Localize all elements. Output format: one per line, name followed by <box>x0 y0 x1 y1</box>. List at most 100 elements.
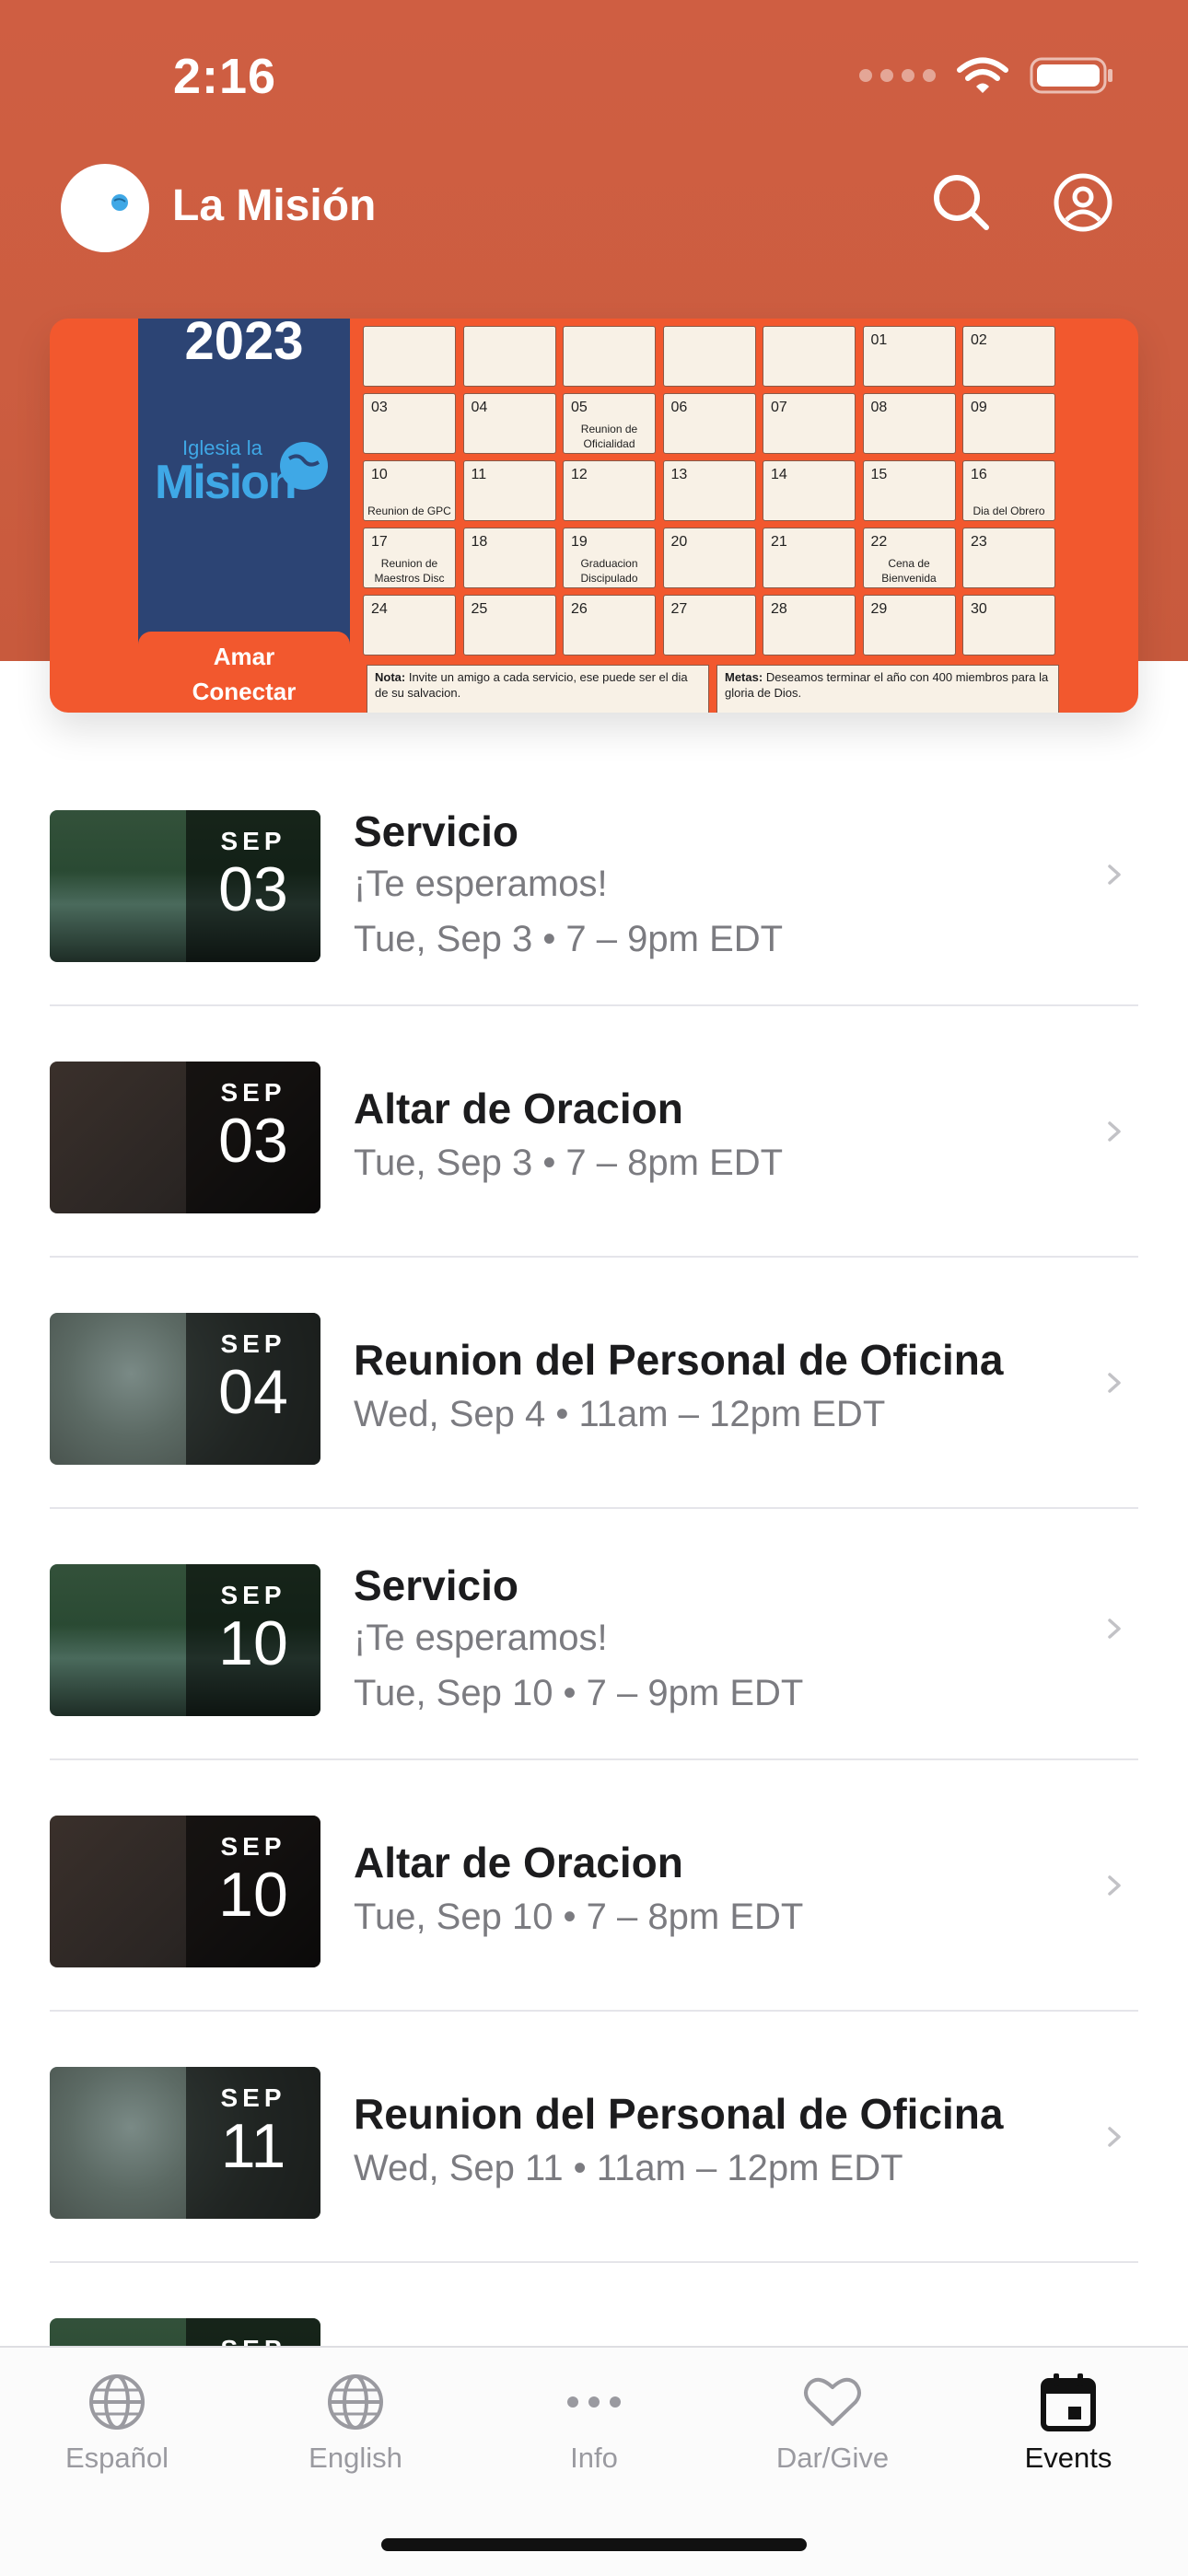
tab-label: Dar/Give <box>775 2442 890 2474</box>
calendar-day-number: 28 <box>771 601 787 617</box>
calendar-day-number: 06 <box>670 400 688 415</box>
event-chevron <box>1103 1120 1125 1143</box>
event-month: SEP <box>220 1329 286 1358</box>
event-thumbnail: SEP 03 <box>50 1062 320 1213</box>
calendar-goals: Metas: Deseamos terminar el año con 400 … <box>716 665 1059 713</box>
calendar-day-number: 30 <box>971 601 987 617</box>
calendar-day-number: 01 <box>870 332 888 348</box>
event-time: Tue, Sep 3 • 7 – 8pm EDT <box>354 1143 784 1183</box>
user-account-icon <box>1054 173 1112 232</box>
calendar-day-number: 16 <box>971 467 987 482</box>
app-header: La Misión <box>0 157 1188 267</box>
calendar-day-cell: 25 <box>462 595 556 656</box>
event-row[interactable]: SEP 04 Reunion del Personal de Oficina Wed,… <box>0 1258 1188 1509</box>
event-day: 11 <box>220 2111 286 2181</box>
featured-calendar-banner[interactable]: 2023 Iglesia la Mision Amar Conectar 01 0… <box>50 319 1138 713</box>
calendar-day-cell: 02 <box>962 326 1055 387</box>
calendar-day-note: Dia del Obrero <box>973 505 1045 517</box>
calendar-day-number: 10 <box>371 467 388 482</box>
calendar-day-cell: 21 <box>763 528 856 588</box>
search-button[interactable] <box>926 168 996 238</box>
calendar-logo-text: Mision <box>155 456 297 509</box>
calendar-day-cell: 20 <box>662 528 756 588</box>
event-thumbnail: SEP 10 <box>50 1564 320 1716</box>
calendar-day-number: 04 <box>471 400 488 415</box>
calendar-day-cell: 11 <box>462 460 556 521</box>
calendar-day-note: Reunion de Oficialidad <box>580 423 638 450</box>
calendar-day-cell: 22 Cena de Bienvenida <box>862 528 956 588</box>
event-day: 03 <box>218 1106 288 1176</box>
event-day: 04 <box>218 1357 288 1427</box>
event-date-badge: SEP 11 <box>186 2067 320 2219</box>
calendar-day-cell: 03 <box>363 393 456 454</box>
calendar-day-note: Reunion de GPC <box>367 505 451 517</box>
calendar-day-note: Reunion de Maestros Disc <box>374 557 445 585</box>
event-date-badge: SEP 10 <box>186 1816 320 1967</box>
calendar-day-number: 05 <box>571 400 588 415</box>
tab-label: Events <box>1024 2442 1112 2474</box>
event-thumbnail: SEP 03 <box>50 810 320 962</box>
event-row[interactable]: SEP 11 Reunion del Personal de Oficina Wed,… <box>0 2012 1188 2263</box>
event-chevron <box>1103 1372 1125 1394</box>
event-title: Reunion del Personal de Oficina <box>354 2090 1004 2138</box>
calendar-day-number: 26 <box>571 601 588 617</box>
calendar-day-cell: 01 <box>862 326 956 387</box>
status-icons <box>859 55 1114 96</box>
event-day: 10 <box>218 1608 288 1678</box>
event-row[interactable]: SEP 03 Altar de Oracion Tue, Sep 3 • 7 – 8p… <box>0 1006 1188 1258</box>
calendar-day-cell: 06 <box>662 393 756 454</box>
event-time: Tue, Sep 10 • 7 – 9pm EDT <box>354 1673 804 1713</box>
calendar-day-cell: 28 <box>763 595 856 656</box>
calendar-day-number: 12 <box>571 467 588 482</box>
calendar-day-cell: 09 <box>962 393 1055 454</box>
calendar-footer: Amar Conectar <box>138 632 350 713</box>
calendar-day-number: 20 <box>670 534 688 550</box>
calendar-day-number: 08 <box>870 400 888 415</box>
calendar-day-number: 15 <box>870 467 888 482</box>
calendar-day-number: 11 <box>471 467 487 482</box>
tab-espanol[interactable]: Español <box>25 2370 209 2475</box>
event-date-badge: SEP 03 <box>186 1062 320 1213</box>
event-chevron <box>1103 1874 1125 1897</box>
tab-dar-give[interactable]: Dar/Give <box>740 2370 925 2475</box>
tab-events[interactable]: Events <box>976 2370 1160 2475</box>
calendar-day-cell: 24 <box>363 595 456 656</box>
tab-label: Español <box>64 2442 169 2474</box>
calendar-day-note: Graduacion Discipulado <box>580 557 638 585</box>
tab-english[interactable]: English <box>263 2370 448 2475</box>
calendar-day-cell: 17 Reunion de Maestros Disc <box>363 528 456 588</box>
mision-logo-icon <box>111 194 128 211</box>
search-icon <box>934 175 989 230</box>
event-month: SEP <box>220 1078 286 1107</box>
event-time: Wed, Sep 4 • 11am – 12pm EDT <box>354 1394 886 1434</box>
event-row[interactable]: SEP 10 Servicio ¡Te esperamos! Tue, Sep 10 •… <box>0 1509 1188 1760</box>
event-title: Reunion del Personal de Oficina <box>354 1336 1004 1384</box>
calendar-day-cell: 16 Dia del Obrero <box>962 460 1055 521</box>
calendar-day-cell <box>462 326 556 387</box>
event-day: 10 <box>218 1860 288 1930</box>
tab-info[interactable]: Info <box>502 2370 686 2475</box>
calendar-day-number: 17 <box>371 534 388 550</box>
event-title: Altar de Oracion <box>354 1085 683 1132</box>
chevron-right-icon <box>1108 1619 1121 1639</box>
calendar-year: 2023 <box>184 319 304 371</box>
calendar-day-number: 09 <box>971 400 987 415</box>
calendar-day-number: 27 <box>670 601 688 617</box>
church-logo[interactable] <box>61 164 149 252</box>
calendar-day-cell: 08 <box>862 393 956 454</box>
event-row[interactable]: SEP 10 Altar de Oracion Tue, Sep 10 • 7 – 8… <box>0 1760 1188 2012</box>
calendar-day-cell: 27 <box>662 595 756 656</box>
profile-button[interactable] <box>1048 168 1118 238</box>
calendar-day-number: 03 <box>371 400 388 415</box>
home-indicator <box>381 2538 807 2551</box>
calendar-day-number: 24 <box>371 601 388 617</box>
calendar-day-number: 25 <box>471 601 488 617</box>
calendar-day-cell: 15 <box>862 460 956 521</box>
event-time: Tue, Sep 3 • 7 – 9pm EDT <box>354 919 784 959</box>
calendar-day-note: Cena de Bienvenida <box>881 557 937 585</box>
event-subtitle: ¡Te esperamos! <box>354 864 608 904</box>
calendar-day-cell <box>662 326 756 387</box>
event-title: Altar de Oracion <box>354 1839 683 1886</box>
event-row[interactable]: SEP 03 Servicio ¡Te esperamos! Tue, Sep 3 • … <box>0 755 1188 1006</box>
goals-text: Deseamos terminar el año con 400 miembro… <box>725 670 1049 700</box>
